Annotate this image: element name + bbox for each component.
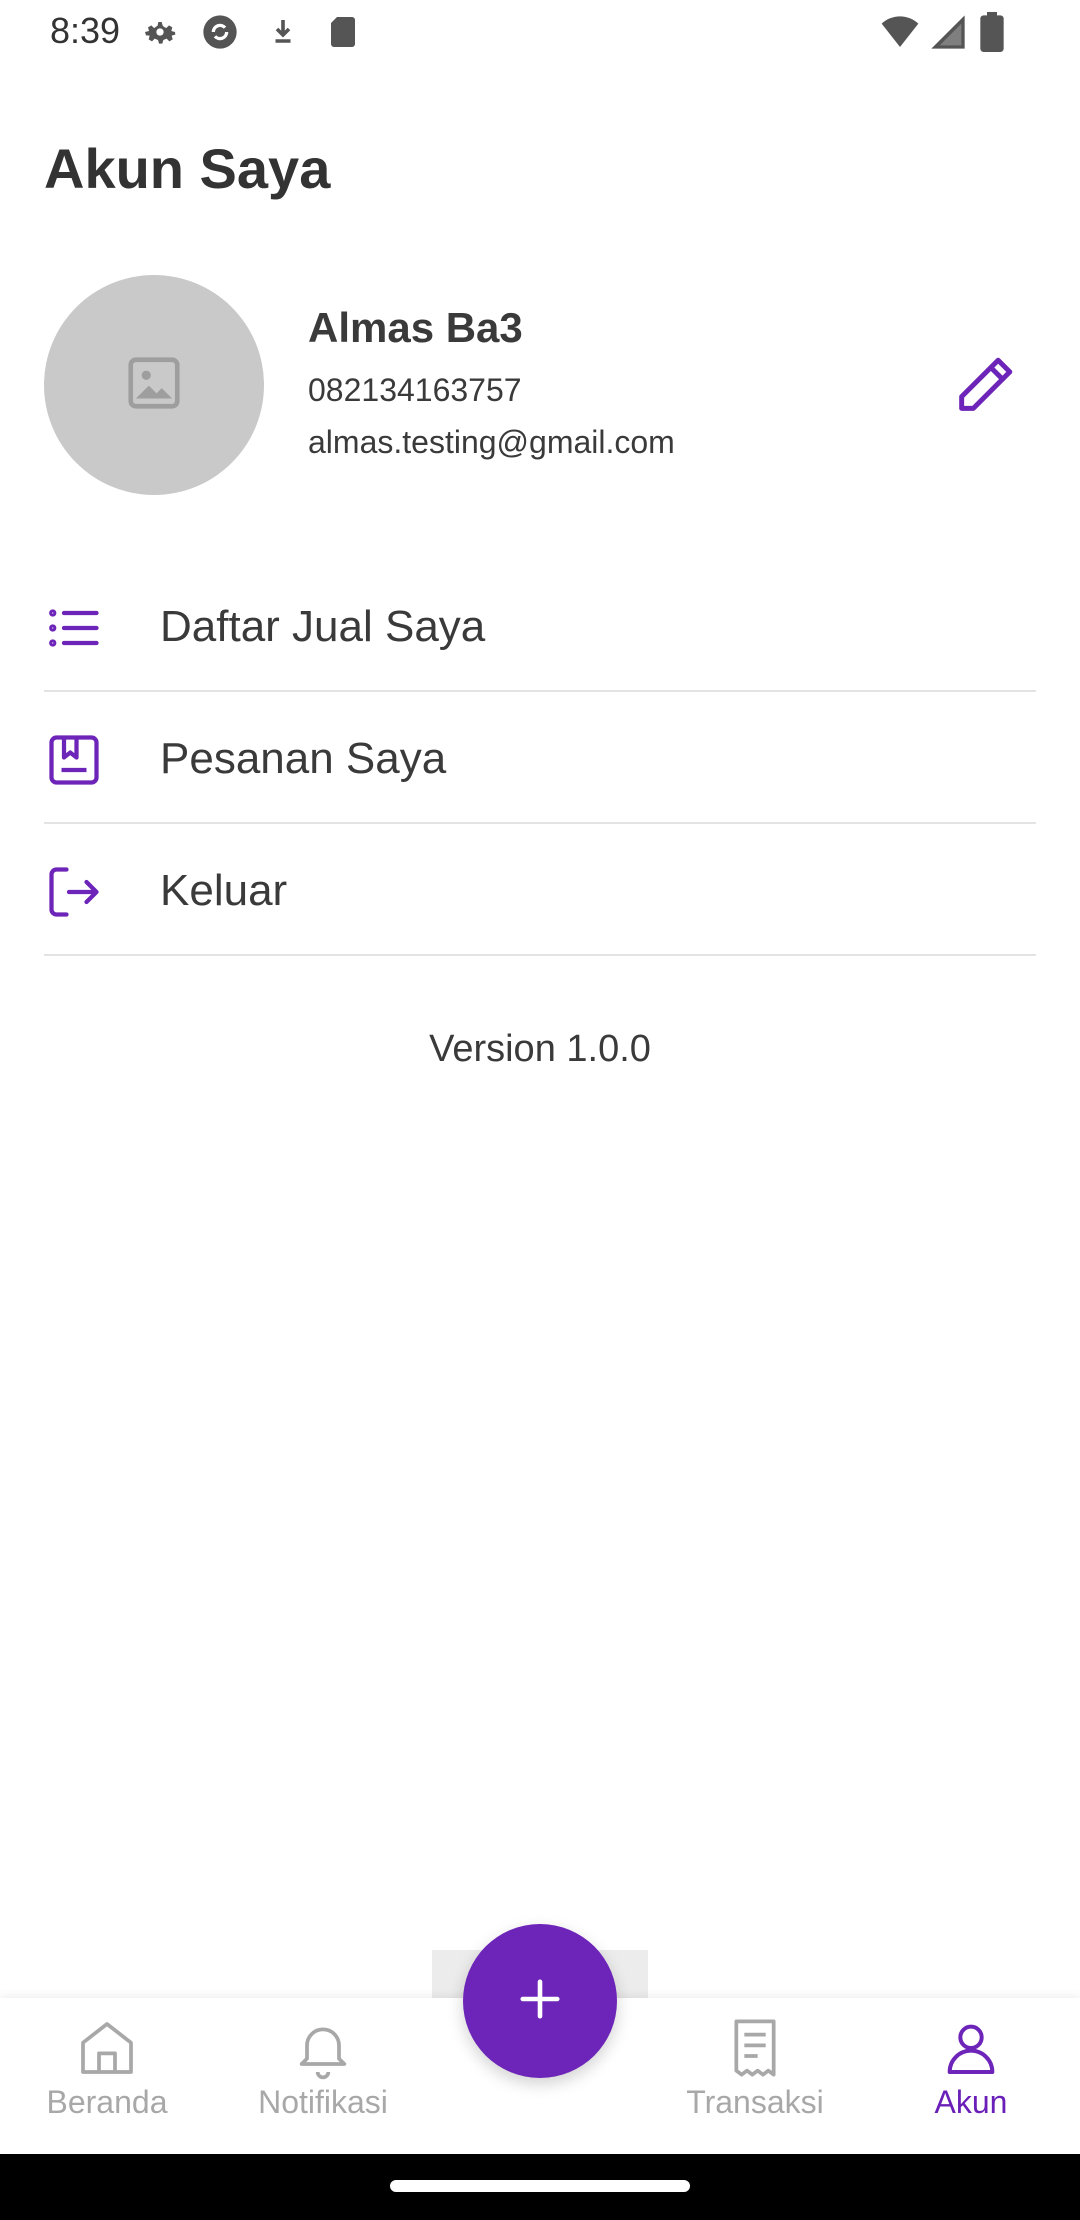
menu-item-label: Daftar Jual Saya [160,602,486,651]
list-icon [44,598,104,658]
logout-icon [44,862,104,922]
nav-item-beranda[interactable]: Beranda [17,2016,197,2146]
bell-icon [291,2016,355,2080]
profile-name: Almas Ba3 [308,304,523,351]
account-screen: 8:39 Akun Saya Almas Ba3 082134163757 al… [0,0,1080,2220]
bookmark-book-icon [44,730,104,790]
profile-phone: 082134163757 [308,372,522,408]
nav-item-notifikasi[interactable]: Notifikasi [233,2016,413,2146]
wifi-icon [878,12,922,52]
edit-profile-button[interactable] [950,350,1020,420]
menu-item-keluar[interactable]: Keluar [44,824,1036,956]
download-icon [265,12,301,52]
profile-email: almas.testing@gmail.com [308,424,675,460]
battery-icon [978,12,1006,52]
nav-item-transaksi[interactable]: Transaksi [665,2016,845,2146]
menu-item-label: Keluar [160,866,288,915]
menu-item-label: Pesanan Saya [160,734,447,783]
menu-item-pesanan-saya[interactable]: Pesanan Saya [44,692,1036,824]
image-placeholder-icon [123,352,185,419]
receipt-icon [723,2016,787,2080]
pencil-icon [950,357,1020,424]
avatar[interactable] [44,275,264,495]
home-gesture-handle[interactable] [390,2180,690,2192]
nav-item-akun[interactable]: Akun [881,2016,1061,2146]
page-title: Akun Saya [44,137,331,200]
nav-label: Beranda [46,2084,168,2120]
nav-label: Transaksi [686,2084,824,2120]
sync-icon [200,12,240,52]
settings-icon [140,12,180,52]
signal-icon [928,12,968,52]
nav-label: Akun [934,2084,1008,2120]
sd-card-icon [325,12,361,52]
status-bar: 8:39 [0,0,1080,66]
home-icon [75,2016,139,2080]
plus-icon [517,1976,563,2027]
menu-item-daftar-jual-saya[interactable]: Daftar Jual Saya [44,560,1036,692]
app-version: Version 1.0.0 [429,1028,651,1070]
nav-label: Notifikasi [258,2084,388,2120]
user-icon [939,2016,1003,2080]
status-time: 8:39 [50,10,121,51]
add-product-fab[interactable] [463,1924,617,2078]
